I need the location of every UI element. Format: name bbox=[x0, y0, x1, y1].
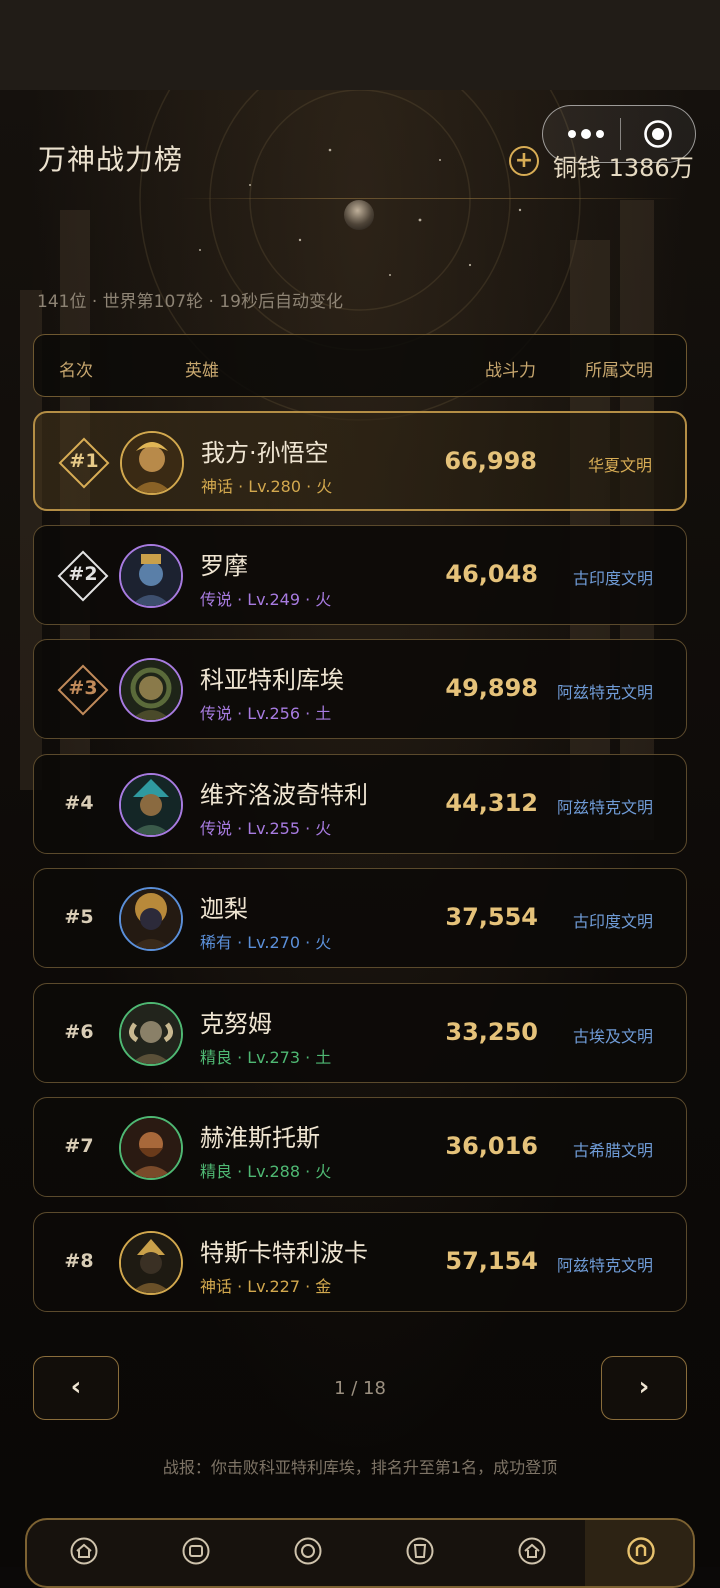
tab-1-icon[interactable] bbox=[69, 1536, 99, 1566]
hero-name: 特斯卡特利波卡 bbox=[200, 1239, 368, 1267]
tab-4-icon[interactable] bbox=[405, 1536, 435, 1566]
battle-report: 战报：你击败科亚特利库埃，排名升至第1名，成功登顶 bbox=[162, 1458, 558, 1477]
rank-number: #4 bbox=[64, 792, 94, 814]
hero-meta: 神话 · Lv.227 · 金 bbox=[200, 1277, 332, 1296]
header-power: 战斗力 bbox=[485, 361, 536, 381]
hero-name: 科亚特利库埃 bbox=[200, 666, 344, 694]
power-value: 44,312 bbox=[445, 789, 538, 817]
hero-avatar bbox=[119, 1002, 183, 1066]
hero-meta: 传说 · Lv.255 · 火 bbox=[200, 819, 332, 838]
power-value: 49,898 bbox=[445, 674, 538, 702]
hero-avatar bbox=[119, 887, 183, 951]
header-civilization: 所属文明 bbox=[585, 361, 653, 381]
add-coins-button[interactable]: + bbox=[509, 146, 539, 176]
rank-badge: #1 bbox=[57, 436, 111, 490]
power-value: 37,554 bbox=[445, 903, 538, 931]
civilization-label: 阿兹特克文明 bbox=[556, 1256, 653, 1275]
civilization-label: 古印度文明 bbox=[572, 912, 653, 931]
target-icon[interactable] bbox=[643, 119, 673, 149]
table-row[interactable]: #8 特斯卡特利波卡 神话 · Lv.227 · 金 57,154 阿兹特克文明 bbox=[33, 1212, 687, 1312]
table-row[interactable]: #5 迦梨 稀有 · Lv.270 · 火 37,554 古印度文明 bbox=[33, 868, 687, 968]
rank-number: #8 bbox=[64, 1250, 94, 1272]
hero-avatar bbox=[119, 658, 183, 722]
tab-3-icon[interactable] bbox=[293, 1536, 323, 1566]
page-title: 万神战力榜 bbox=[38, 143, 184, 176]
table-header: 名次 英雄 战斗力 所属文明 bbox=[33, 334, 687, 397]
hero-name: 迦梨 bbox=[200, 895, 248, 923]
power-value: 66,998 bbox=[444, 447, 537, 475]
next-page-button[interactable]: › bbox=[601, 1356, 687, 1420]
hero-meta: 传说 · Lv.249 · 火 bbox=[200, 590, 332, 609]
table-row[interactable]: #1 我方·孙悟空 神话 · Lv.280 · 火 66,998 华夏文明 bbox=[33, 411, 687, 511]
power-value: 57,154 bbox=[445, 1247, 538, 1275]
rank-number: #6 bbox=[64, 1021, 94, 1043]
hero-meta: 稀有 · Lv.270 · 火 bbox=[200, 933, 332, 952]
hero-avatar bbox=[120, 431, 184, 495]
round-status: 141位 · 世界第107轮 · 19秒后自动变化 bbox=[37, 292, 343, 312]
hero-avatar bbox=[119, 773, 183, 837]
hero-meta: 传说 · Lv.256 · 土 bbox=[200, 704, 332, 723]
civilization-label: 古印度文明 bbox=[572, 569, 653, 588]
home-icon[interactable] bbox=[517, 1536, 547, 1566]
hero-meta: 精良 · Lv.273 · 土 bbox=[200, 1048, 332, 1067]
decorative-orb bbox=[344, 200, 374, 230]
rank-badge: #2 bbox=[56, 549, 110, 603]
table-row[interactable]: #2 罗摩 传说 · Lv.249 · 火 46,048 古印度文明 bbox=[33, 525, 687, 625]
table-row[interactable]: #4 维齐洛波奇特利 传说 · Lv.255 · 火 44,312 阿兹特克文明 bbox=[33, 754, 687, 854]
power-value: 33,250 bbox=[445, 1018, 538, 1046]
tab-2-icon[interactable] bbox=[181, 1536, 211, 1566]
hero-name: 我方·孙悟空 bbox=[201, 439, 329, 467]
rank-number: #5 bbox=[64, 906, 94, 928]
civilization-label: 华夏文明 bbox=[587, 456, 652, 475]
rank-badge: #3 bbox=[56, 663, 110, 717]
hero-avatar bbox=[119, 1231, 183, 1295]
hero-name: 维齐洛波奇特利 bbox=[200, 781, 368, 809]
civilization-label: 古希腊文明 bbox=[572, 1141, 653, 1160]
hero-avatar bbox=[119, 1116, 183, 1180]
status-bar-area bbox=[0, 0, 720, 90]
bottom-nav bbox=[25, 1518, 695, 1588]
rank-number: #7 bbox=[64, 1135, 94, 1157]
hero-avatar bbox=[119, 544, 183, 608]
hero-meta: 神话 · Lv.280 · 火 bbox=[201, 477, 333, 496]
hero-name: 罗摩 bbox=[200, 552, 248, 580]
hero-name: 克努姆 bbox=[200, 1010, 272, 1038]
power-value: 46,048 bbox=[445, 560, 538, 588]
table-row[interactable]: #3 科亚特利库埃 传说 · Lv.256 · 土 49,898 阿兹特克文明 bbox=[33, 639, 687, 739]
rank-icon[interactable] bbox=[626, 1536, 656, 1566]
civilization-label: 古埃及文明 bbox=[572, 1027, 653, 1046]
header-rank: 名次 bbox=[59, 361, 93, 381]
more-icon[interactable] bbox=[561, 123, 611, 145]
header-hero: 英雄 bbox=[185, 361, 219, 381]
hero-name: 赫淮斯托斯 bbox=[200, 1124, 320, 1152]
hero-meta: 精良 · Lv.288 · 火 bbox=[200, 1162, 332, 1181]
civilization-label: 阿兹特克文明 bbox=[556, 683, 653, 702]
capsule-divider bbox=[620, 118, 621, 150]
coin-balance: 铜钱 1386万 bbox=[553, 154, 694, 182]
header-divider bbox=[180, 198, 680, 199]
table-row[interactable]: #6 克努姆 精良 · Lv.273 · 土 33,250 古埃及文明 bbox=[33, 983, 687, 1083]
power-value: 36,016 bbox=[445, 1132, 538, 1160]
table-row[interactable]: #7 赫淮斯托斯 精良 · Lv.288 · 火 36,016 古希腊文明 bbox=[33, 1097, 687, 1197]
civilization-label: 阿兹特克文明 bbox=[556, 798, 653, 817]
